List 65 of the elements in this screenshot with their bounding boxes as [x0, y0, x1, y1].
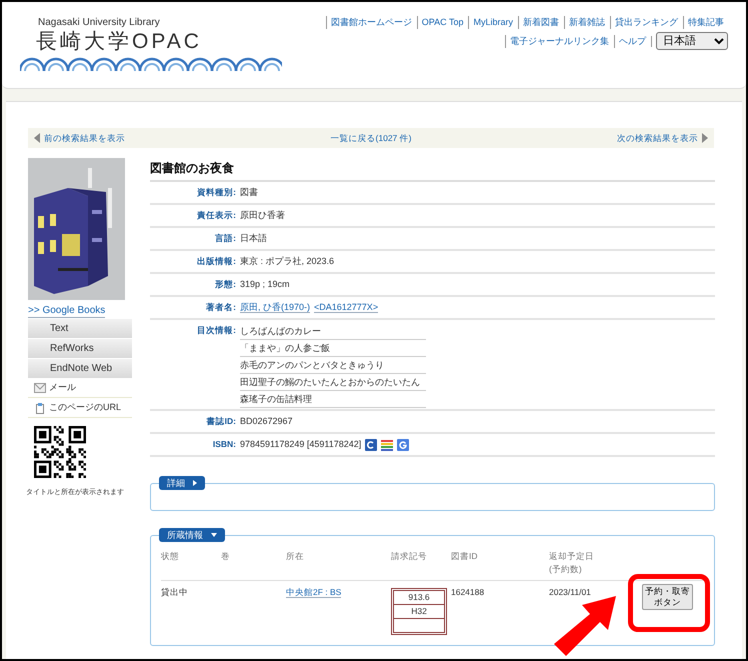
contents-item: しろばんばのカレー — [240, 324, 426, 340]
previous-result-link[interactable]: 前の検索結果を表示 — [34, 132, 125, 144]
field-value: 東京 : ポプラ社, 2023.6 — [240, 256, 334, 266]
field-label: 資料種別: — [196, 186, 236, 199]
header-link[interactable]: 貸出ランキング — [610, 16, 682, 29]
field-value: BD02672967 — [240, 416, 293, 426]
column-header: 状態 — [161, 550, 221, 581]
page-url-link[interactable]: このページのURL — [28, 398, 132, 418]
header-link[interactable]: OPAC Top — [416, 16, 468, 29]
header-link[interactable]: 新着雑誌 — [564, 16, 609, 29]
book-id-cell-text: 1624188 — [451, 586, 486, 599]
export-button[interactable]: RefWorks — [28, 339, 132, 358]
field-label: 著者名: — [205, 301, 236, 314]
field-label: 言語: — [214, 232, 236, 245]
record-title: 図書館のお夜食 — [150, 158, 715, 182]
field-label: 形態: — [214, 278, 236, 291]
field-value: 図書 — [240, 187, 258, 197]
column-header: 巻 — [221, 550, 286, 581]
column-header: 返却予定日 (予約数) — [549, 550, 634, 581]
header-link[interactable]: 新着図書 — [518, 16, 563, 29]
contents-item: 赤毛のアンのパンとバタときゅうり — [240, 357, 426, 374]
books-icon[interactable] — [381, 438, 394, 450]
ci-icon[interactable] — [365, 438, 378, 450]
field-value: 原田ひ香著 — [240, 210, 285, 220]
language-select[interactable]: 日本語 — [656, 32, 728, 50]
field-value: 319p ; 19cm — [240, 279, 290, 289]
library-name: Nagasaki University Library — [38, 16, 161, 29]
site-logo[interactable]: 長崎大学OPAC — [36, 29, 282, 55]
field-value: 日本語 — [240, 233, 267, 243]
column-header: 所在 — [286, 550, 391, 581]
back-to-list-link[interactable]: 一覧に戻る(1027 件) — [330, 132, 412, 144]
header-link[interactable]: 電子ジャーナルリンク集 — [505, 34, 613, 48]
contents-item: 田辺聖子の鰯のたいたんとおからのたいたん — [240, 374, 426, 391]
header-link[interactable]: 図書館ホームページ — [326, 16, 416, 29]
export-button[interactable]: EndNote Web — [28, 359, 132, 378]
column-header: 請求記号 — [391, 550, 451, 581]
field-label: 出版情報: — [196, 255, 236, 268]
clipboard-icon — [34, 402, 46, 414]
header-link[interactable]: ヘルプ — [614, 34, 650, 48]
author-link[interactable]: <DA1612777X> — [314, 302, 378, 313]
reserve-button[interactable]: 予約・取寄 ボタン — [642, 584, 693, 610]
field-label: 書誌ID: — [206, 415, 236, 428]
mail-link[interactable]: メール — [28, 378, 132, 398]
export-button[interactable]: Text — [28, 319, 132, 338]
google-books-link[interactable]: >> Google Books — [28, 304, 106, 318]
field-label: 責任表示: — [196, 209, 236, 222]
location-link[interactable]: 中央館2F : BS — [286, 587, 342, 598]
field-label: ISBN: — [212, 438, 236, 451]
details-toggle[interactable]: 詳細 — [159, 476, 205, 490]
header-link[interactable]: MyLibrary — [468, 16, 517, 29]
author-link[interactable]: 原田, ひ香(1970-) — [240, 302, 310, 313]
qr-code-drawing — [34, 426, 86, 478]
column-header: 図書ID — [451, 550, 549, 581]
holdings-toggle[interactable]: 所蔵情報 — [159, 528, 225, 542]
next-result-link[interactable]: 次の検索結果を表示 — [617, 132, 708, 144]
field-value: 9784591178249 [4591178242] — [240, 438, 362, 451]
call-number-label: 913.6 H32 — [391, 588, 447, 635]
status-cell-text: 貸出中 — [161, 586, 189, 599]
field-label: 目次情報: — [196, 324, 236, 337]
contents-item: 「ままや」の人参ご飯 — [240, 340, 426, 357]
header-link[interactable]: 特集記事 — [683, 16, 728, 29]
due-date-cell-text: 2023/11/01 — [549, 586, 592, 599]
contents-item: 森瑤子の缶詰料理 — [240, 391, 426, 408]
google-icon[interactable] — [397, 438, 410, 450]
envelope-icon — [34, 382, 46, 394]
